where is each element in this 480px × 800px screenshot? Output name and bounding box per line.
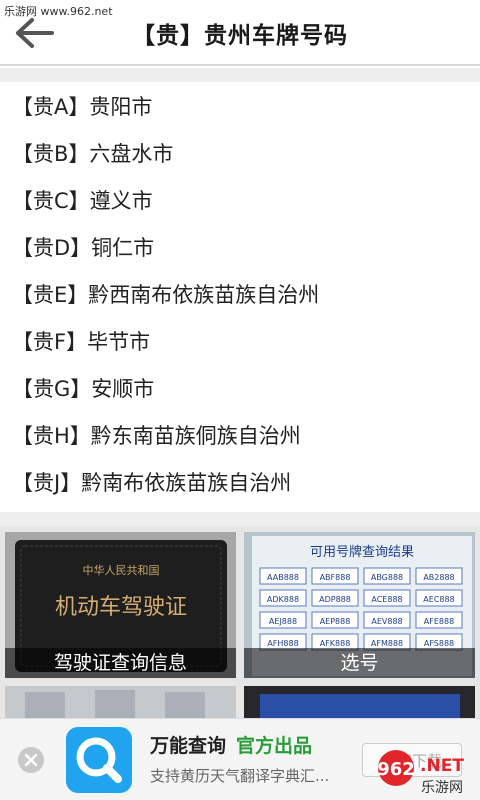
- screen-heading: 可用号牌查询结果: [310, 544, 414, 560]
- list-item[interactable]: 【贵G】安顺市: [0, 366, 480, 413]
- plate-chip-label: AFE888: [424, 617, 454, 626]
- plate-code: 【贵F】: [12, 330, 88, 354]
- plate-chip-label: AFK888: [320, 639, 351, 648]
- plate-chip-label: AEC888: [423, 595, 454, 604]
- plate-select-tile[interactable]: 可用号牌查询结果 AAB888 ABF888 ABG888 AB2888 ADK888 A…: [244, 532, 475, 678]
- plate-chip-label: AEP888: [320, 617, 351, 626]
- list-item[interactable]: 【贵J】黔南布依族苗族自治州: [0, 460, 480, 507]
- plate-city: 遵义市: [89, 189, 153, 213]
- plate-city: 黔南布依族苗族自治州: [81, 471, 292, 495]
- ad-tag: 官方出品: [236, 735, 313, 757]
- tile-caption: 驾驶证查询信息: [5, 648, 236, 678]
- plate-city: 毕节市: [87, 330, 151, 354]
- plate-list: 【贵A】贵阳市 【贵B】六盘水市 【贵C】遵义市 【贵D】铜仁市 【贵E】黔西南…: [0, 84, 480, 507]
- building-photo-tile[interactable]: [5, 686, 236, 718]
- ad-description: 支持黄历天气翻译字典汇...: [150, 767, 330, 785]
- ad-app-name: 万能查询: [150, 735, 227, 757]
- search-icon: [66, 727, 132, 793]
- plate-chip-label: ABF888: [320, 573, 351, 582]
- license-emblem-text: 中华人民共和国: [83, 563, 160, 577]
- plate-code: 【贵C】: [12, 189, 90, 213]
- list-item[interactable]: 【贵E】黔西南布依族苗族自治州: [0, 272, 480, 319]
- list-item[interactable]: 【贵B】六盘水市: [0, 131, 480, 178]
- plate-chip-label: AFS888: [424, 639, 454, 648]
- plate-code: 【贵H】: [12, 424, 91, 448]
- plate-chip-label: AEJ888: [269, 617, 297, 626]
- system-photo-tile[interactable]: [244, 686, 475, 718]
- plate-city: 六盘水市: [89, 142, 174, 166]
- tile-caption: 选号: [244, 648, 475, 678]
- list-item[interactable]: 【贵A】贵阳市: [0, 84, 480, 131]
- plate-code: 【贵B】: [12, 142, 90, 166]
- building-photo: [5, 686, 236, 718]
- site-logo: 962 .NET 乐游网: [377, 750, 464, 796]
- plate-city: 黔东南苗族侗族自治州: [90, 424, 301, 448]
- plate-chip-label: AEV888: [371, 617, 402, 626]
- plate-chip-label: AFH888: [267, 639, 298, 648]
- logo-site: 乐游网: [421, 780, 463, 796]
- list-item[interactable]: 【贵D】铜仁市: [0, 225, 480, 272]
- plate-city: 安顺市: [91, 377, 155, 401]
- list-item[interactable]: 【贵H】黔东南苗族侗族自治州: [0, 413, 480, 460]
- close-icon[interactable]: [18, 747, 44, 773]
- divider: [0, 512, 480, 526]
- logo-suffix: .NET: [420, 756, 464, 776]
- plate-code: 【贵G】: [12, 377, 92, 401]
- divider: [0, 68, 480, 82]
- page-title: 【贵】贵州车牌号码: [132, 23, 348, 49]
- plate-chip-label: ADP888: [319, 595, 351, 604]
- list-item[interactable]: 【贵F】毕节市: [0, 319, 480, 366]
- screen: 乐游网 www.962.net 【贵】贵州车牌号码 【贵A】贵阳市 【贵B】六盘…: [0, 0, 480, 800]
- plate-code: 【贵J】: [12, 471, 82, 495]
- plate-code: 【贵D】: [12, 236, 92, 260]
- app-header: 乐游网 www.962.net 【贵】贵州车牌号码: [0, 0, 480, 66]
- plate-code: 【贵A】: [12, 95, 90, 119]
- list-item[interactable]: 【贵C】遵义市: [0, 178, 480, 225]
- plate-city: 黔西南布依族苗族自治州: [88, 283, 320, 307]
- plate-chip-label: ADK888: [267, 595, 299, 604]
- license-query-tile[interactable]: 中华人民共和国 机动车驾驶证 驾驶证查询信息: [5, 532, 236, 678]
- plate-chip-label: AFM888: [371, 639, 403, 648]
- license-title-text: 机动车驾驶证: [55, 595, 187, 620]
- plate-chip-label: ABG888: [371, 573, 403, 582]
- plate-chip-label: ACE888: [371, 595, 402, 604]
- plate-city: 贵阳市: [89, 95, 153, 119]
- logo-number: 962: [377, 759, 415, 780]
- plate-chip-label: AB2888: [423, 573, 454, 582]
- plate-chip-label: AAB888: [267, 573, 299, 582]
- feature-tiles: 中华人民共和国 机动车驾驶证 驾驶证查询信息 可用号牌查询结果 AAB888 AB…: [0, 526, 480, 718]
- plate-code: 【贵E】: [12, 283, 89, 307]
- plate-city: 铜仁市: [91, 236, 155, 260]
- system-photo: [244, 686, 475, 718]
